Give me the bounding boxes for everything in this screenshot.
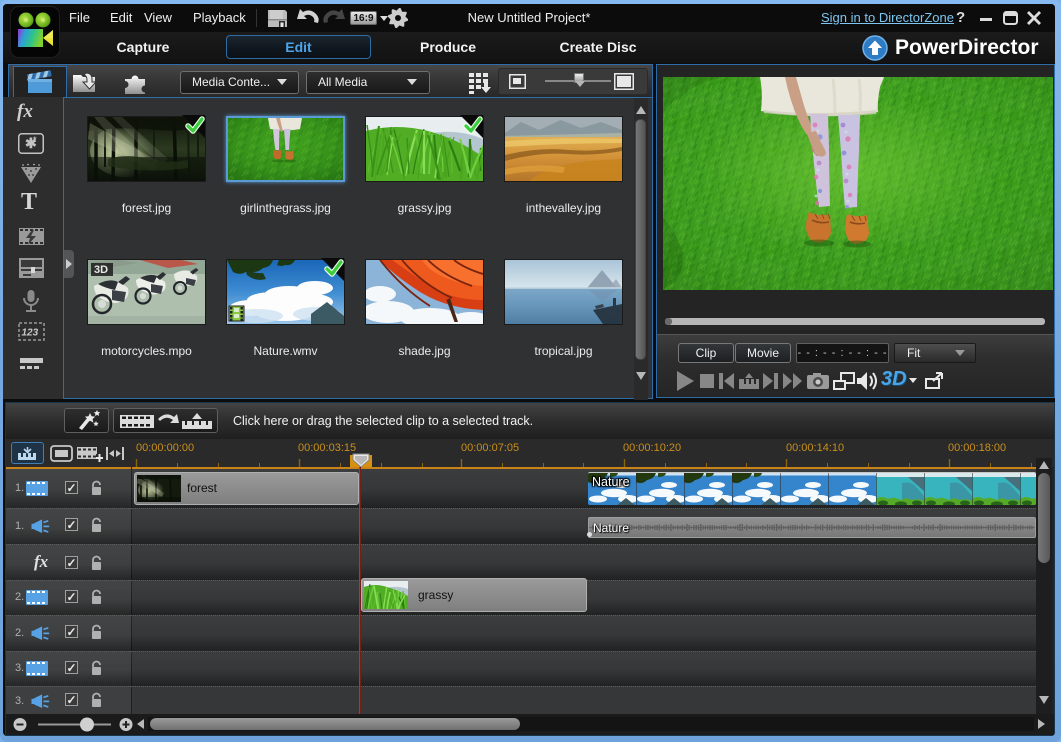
svg-text:*: * [33,135,37,145]
svg-text:3D: 3D [94,264,108,276]
svg-text:123: 123 [22,328,39,339]
